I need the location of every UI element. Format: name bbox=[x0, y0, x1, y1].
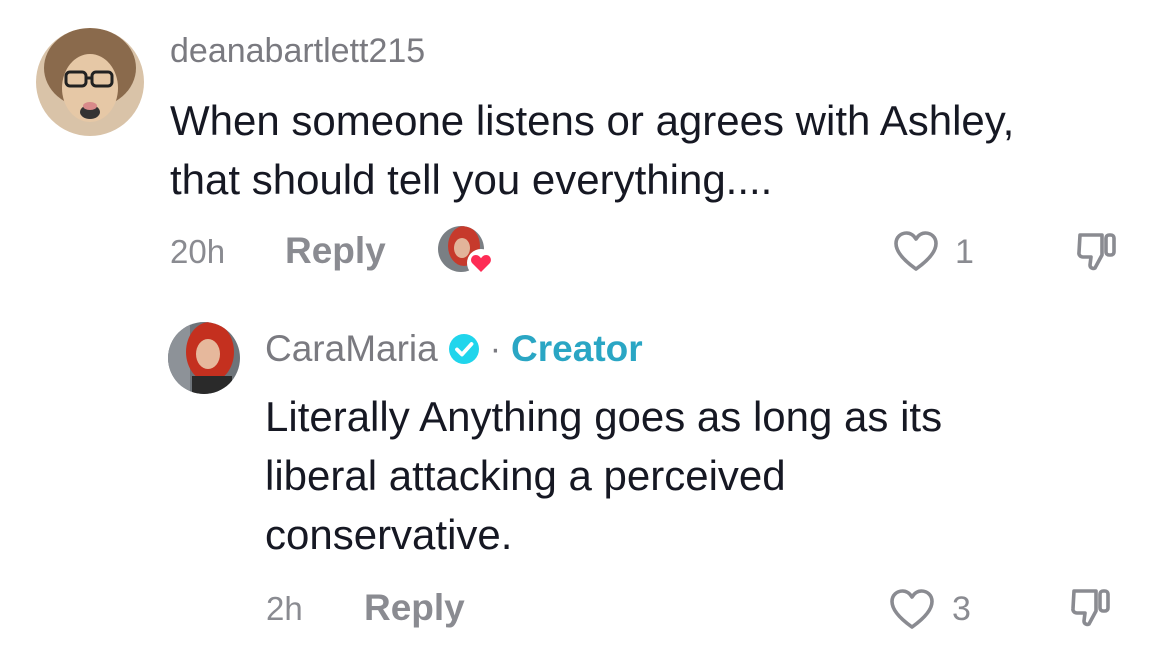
reply-reply-button[interactable]: Reply bbox=[364, 587, 465, 629]
reply-text-line: Literally Anything goes as long as its bbox=[265, 393, 943, 440]
comment-like-count: 1 bbox=[955, 233, 974, 271]
reply-timestamp: 2h bbox=[266, 590, 303, 627]
commenter-username[interactable]: deanabartlett215 bbox=[170, 32, 425, 71]
reply-text-line: conservative. bbox=[265, 511, 513, 558]
reply-like-count: 3 bbox=[952, 590, 971, 628]
badge-separator: · bbox=[489, 329, 502, 368]
comment-text-line: that should tell you everything.... bbox=[170, 156, 773, 203]
reply-text: Literally Anything goes as long as its l… bbox=[265, 387, 942, 564]
comment-timestamp: 20h bbox=[170, 233, 226, 270]
creator-avatar[interactable] bbox=[168, 322, 240, 394]
commenter-avatar[interactable] bbox=[36, 28, 144, 136]
creator-header: CaraMaria · Creator bbox=[265, 326, 643, 372]
comment-text-line: When someone listens or agrees with Ashl… bbox=[170, 97, 1015, 144]
heart-outline-icon[interactable] bbox=[888, 587, 936, 631]
reply-text-line: liberal attacking a perceived bbox=[265, 452, 786, 499]
comment-reply-button[interactable]: Reply bbox=[285, 230, 386, 272]
creator-badge: Creator bbox=[511, 328, 643, 369]
thumbs-down-icon[interactable] bbox=[1072, 228, 1120, 276]
verified-check-icon bbox=[448, 334, 479, 364]
thumbs-down-icon[interactable] bbox=[1066, 584, 1114, 632]
heart-filled-icon bbox=[467, 249, 495, 277]
comment-text: When someone listens or agrees with Ashl… bbox=[170, 91, 1014, 209]
creator-username[interactable]: CaraMaria bbox=[265, 328, 438, 370]
heart-outline-icon[interactable] bbox=[892, 229, 940, 273]
